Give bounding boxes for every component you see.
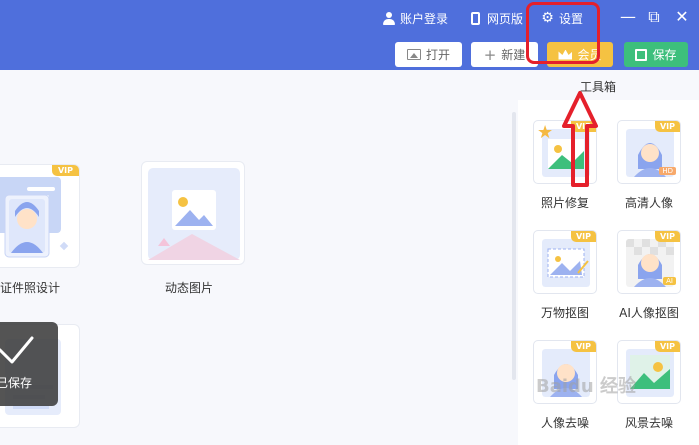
close-button[interactable]: ✕: [673, 8, 691, 26]
open-button[interactable]: 打开: [395, 42, 462, 67]
user-icon: [382, 11, 395, 25]
annotation-highlight-box: [526, 2, 600, 64]
vip-badge: VIP: [570, 341, 596, 352]
watermark: Baidu 经验: [536, 376, 637, 397]
vip-badge: VIP: [654, 121, 680, 132]
tool-object-cutout[interactable]: VIP: [533, 230, 597, 294]
save-label: 保存: [652, 48, 677, 62]
cutout-illustration: [542, 239, 590, 287]
saved-toast-text: 已保存: [0, 376, 33, 390]
tool-hd-portrait[interactable]: HD VIP: [617, 120, 681, 184]
checkmark-icon: [0, 336, 34, 364]
tool-object-cutout-label: 万物抠图: [540, 306, 589, 320]
vip-badge: VIP: [570, 231, 596, 242]
scrollbar[interactable]: [512, 112, 516, 380]
id-photo-illustration: [0, 177, 69, 258]
restore-button[interactable]: ⧉: [645, 8, 663, 26]
tool-landscape-denoise-label: 风景去噪: [624, 416, 673, 430]
vip-badge: VIP: [654, 341, 680, 352]
animated-image-illustration: [148, 168, 240, 260]
new-label: 新建: [501, 48, 526, 62]
vip-badge: VIP: [51, 165, 79, 176]
account-login-link[interactable]: 账户登录: [382, 9, 448, 27]
phone-icon: [469, 11, 482, 25]
tool-hd-portrait-label: 高清人像: [624, 196, 673, 210]
animated-image-card[interactable]: [141, 161, 245, 265]
save-button[interactable]: 保存: [624, 42, 688, 67]
ai-badge: AI: [663, 277, 676, 285]
animated-image-label: 动态图片: [165, 281, 214, 295]
tool-ai-portrait-cutout[interactable]: AI VIP: [617, 230, 681, 294]
tool-photo-repair-label: 照片修复: [540, 196, 589, 210]
plus-icon: +: [483, 45, 497, 64]
tool-ai-portrait-cutout-label: AI人像抠图: [619, 306, 679, 320]
tool-portrait-denoise-label: 人像去噪: [540, 416, 589, 430]
hd-badge: HD: [659, 167, 676, 175]
star-icon: ★: [537, 122, 554, 143]
save-icon: [635, 48, 648, 61]
image-icon: [406, 49, 421, 60]
open-label: 打开: [425, 48, 450, 62]
web-version-link[interactable]: 网页版: [469, 9, 523, 27]
minimize-button[interactable]: —: [619, 8, 637, 26]
vip-badge: VIP: [654, 231, 680, 242]
web-version-label: 网页版: [487, 11, 524, 26]
saved-toast: 已保存: [0, 322, 58, 406]
id-photo-label: 证件照设计: [0, 281, 61, 295]
account-login-label: 账户登录: [400, 11, 449, 26]
annotation-up-arrow-icon: [562, 91, 598, 187]
id-photo-card[interactable]: VIP: [0, 164, 80, 268]
